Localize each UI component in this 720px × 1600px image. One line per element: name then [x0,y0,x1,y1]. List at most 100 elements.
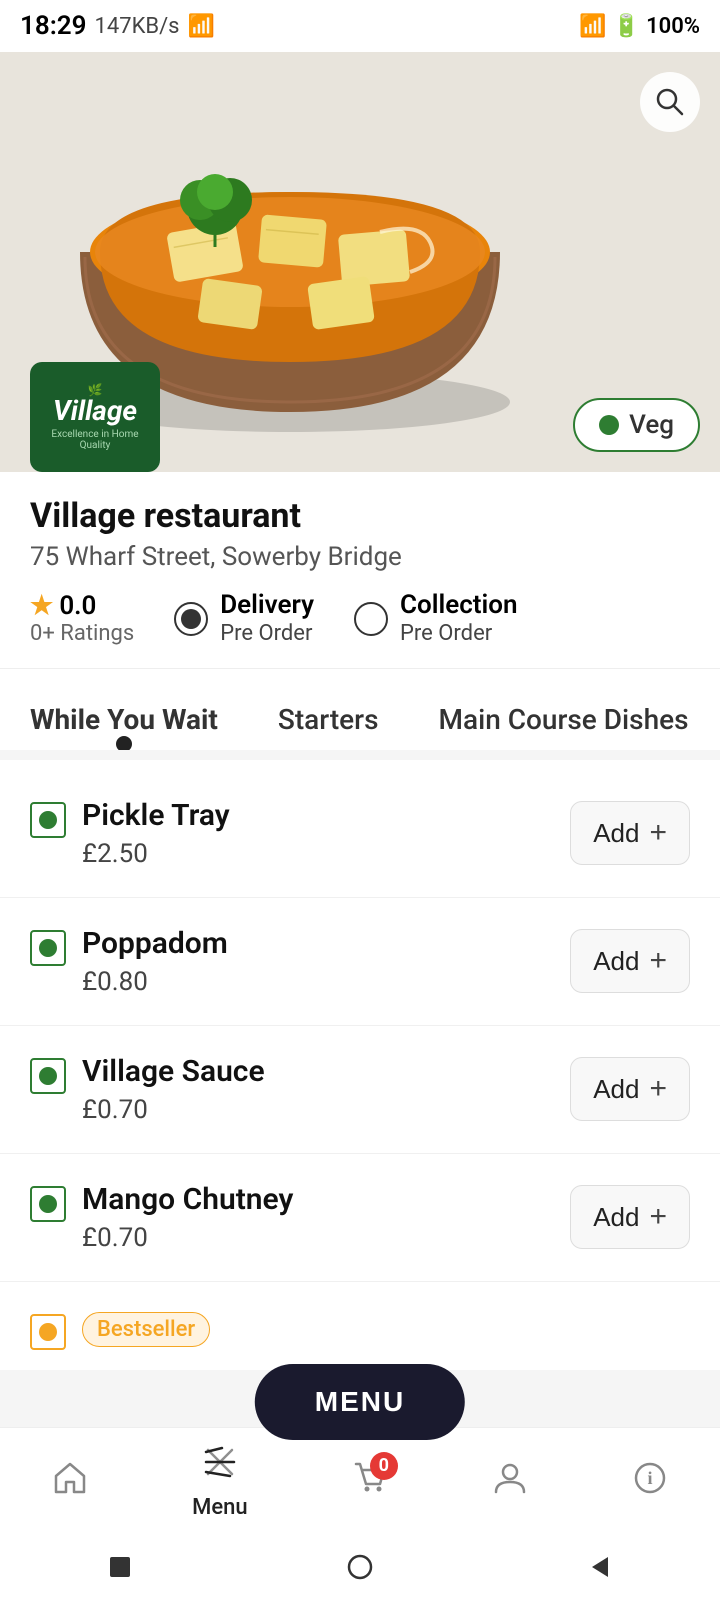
info-icon: i [632,1460,668,1505]
add-button[interactable]: Add + [570,929,690,993]
item-name: Pickle Tray [82,798,570,833]
item-price: £0.80 [82,967,570,997]
collection-option[interactable]: Collection Pre Order [354,590,518,648]
veg-label: Veg [629,410,674,440]
veg-dot-icon [599,415,619,435]
veg-dot [39,1067,57,1085]
android-nav-bar [0,1540,720,1600]
status-left: 18:29 147KB/s 📶 [20,11,215,41]
veg-toggle[interactable]: Veg [573,398,700,452]
restaurant-name: Village restaurant [30,496,690,536]
collection-label: Collection Pre Order [400,590,518,648]
bestseller-badge: Bestseller [82,1312,210,1347]
search-icon [654,86,686,118]
item-name: Village Sauce [82,1054,570,1089]
bestseller-indicator [30,1314,66,1350]
rating-section: ★ 0.0 0+ Ratings [30,591,134,646]
add-button[interactable]: Add + [570,801,690,865]
nav-cart[interactable]: 0 [332,1460,408,1505]
time: 18:29 [20,11,87,41]
plus-icon: + [649,1072,667,1106]
menu-item-left: Mango Chutney £0.70 [30,1182,570,1253]
veg-indicator [30,1058,66,1094]
menu-item-left: Pickle Tray £2.50 [30,798,570,869]
item-price: £0.70 [82,1095,570,1125]
item-price: £0.70 [82,1223,570,1253]
tab-starters[interactable]: Starters [248,689,409,750]
status-right: 📶 🔋 100% [579,14,700,39]
tab-main-course[interactable]: Main Course Dishes [409,689,719,750]
delivery-radio [174,602,208,636]
veg-dot [39,1195,57,1213]
star-icon: ★ [30,591,53,621]
item-details: Village Sauce £0.70 [82,1054,570,1125]
search-button[interactable] [640,72,700,132]
rating-value: ★ 0.0 [30,591,96,621]
nav-menu[interactable]: Menu [172,1444,268,1520]
profile-icon [492,1460,528,1505]
tab-while-you-wait[interactable]: While You Wait [0,689,248,750]
nav-home[interactable] [32,1460,108,1505]
restaurant-logo: 🌿 Village Excellence in Home Quality [30,362,160,472]
veg-indicator [30,802,66,838]
order-options: ★ 0.0 0+ Ratings Delivery Pre Order Coll… [30,590,690,668]
item-name: Poppadom [82,926,570,961]
collection-radio [354,602,388,636]
signal-icons: 📶 [188,14,215,39]
nav-profile[interactable] [472,1460,548,1505]
bestseller-dot [39,1323,57,1341]
item-name: Mango Chutney [82,1182,570,1217]
plus-icon: + [649,816,667,850]
android-back-btn[interactable] [556,1543,644,1597]
menu-item-left: Village Sauce £0.70 [30,1054,570,1125]
veg-indicator [30,1186,66,1222]
menu-item: Village Sauce £0.70 Add + [0,1026,720,1154]
add-button[interactable]: Add + [570,1185,690,1249]
restaurant-info-card: Village restaurant 75 Wharf Street, Sowe… [0,472,720,668]
item-details: Poppadom £0.80 [82,926,570,997]
rating-count: 0+ Ratings [30,621,134,646]
menu-item: Poppadom £0.80 Add + [0,898,720,1026]
add-button[interactable]: Add + [570,1057,690,1121]
menu-float-button[interactable]: MENU [255,1364,465,1440]
menu-icon [202,1444,238,1489]
wifi-icon: 📶 [579,14,606,39]
category-tabs[interactable]: While You Wait Starters Main Course Dish… [0,668,720,750]
menu-item: Pickle Tray £2.50 Add + [0,770,720,898]
nav-info[interactable]: i [612,1460,688,1505]
plus-icon: + [649,1200,667,1234]
add-label: Add [593,1074,639,1105]
delivery-option[interactable]: Delivery Pre Order [174,590,314,648]
delivery-radio-fill [181,609,201,629]
add-label: Add [593,946,639,977]
android-recent-btn[interactable] [76,1543,164,1597]
rating-number: 0.0 [59,591,96,621]
delivery-label: Delivery Pre Order [220,590,314,648]
bottom-navigation: Menu 0 i [0,1427,720,1540]
item-price: £2.50 [82,839,570,869]
add-label: Add [593,818,639,849]
restaurant-address: 75 Wharf Street, Sowerby Bridge [30,542,690,572]
logo-village-text: Village [53,397,137,425]
battery-icon: 🔋 [613,14,640,39]
hero-section: 🌿 Village Excellence in Home Quality Veg [0,52,720,472]
menu-item: Mango Chutney £0.70 Add + [0,1154,720,1282]
veg-indicator [30,930,66,966]
item-details: Mango Chutney £0.70 [82,1182,570,1253]
add-label: Add [593,1202,639,1233]
nav-menu-label: Menu [192,1495,248,1520]
veg-dot [39,939,57,957]
menu-item-partial: Bestseller [0,1282,720,1360]
svg-text:i: i [647,1468,652,1488]
android-home-btn[interactable] [316,1543,404,1597]
menu-section: Pickle Tray £2.50 Add + Poppadom £0.80 A… [0,760,720,1370]
item-details: Pickle Tray £2.50 [82,798,570,869]
menu-item-left: Poppadom £0.80 [30,926,570,997]
home-icon [52,1460,88,1505]
cart-badge-wrapper: 0 [352,1460,388,1505]
cart-count-badge: 0 [370,1452,398,1480]
veg-dot [39,811,57,829]
data-speed: 147KB/s [95,14,180,39]
plus-icon: + [649,944,667,978]
battery-percent: 100% [646,14,700,39]
